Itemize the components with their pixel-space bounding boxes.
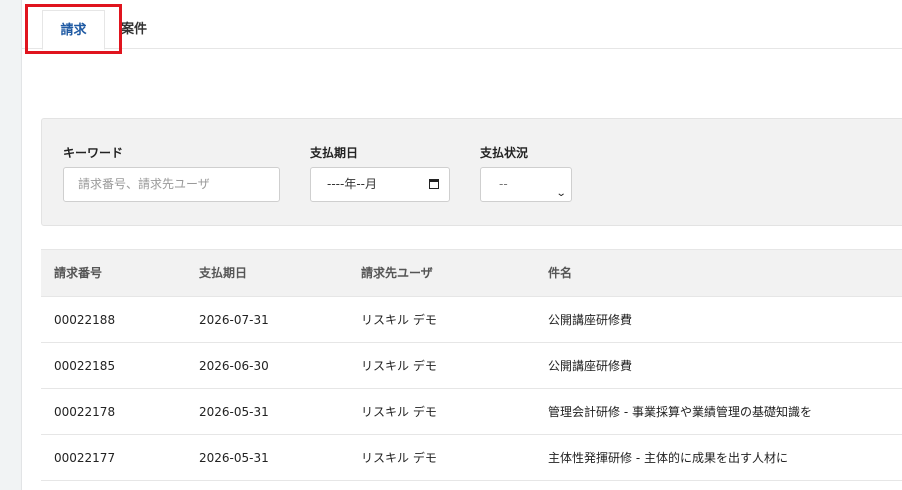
table-row[interactable]: 00022185 2026-06-30 リスキル デモ 公開講座研修費: [41, 343, 902, 389]
chevron-down-icon: ⌄: [555, 188, 567, 199]
table-row[interactable]: 00022177 2026-05-31 リスキル デモ 主体性発揮研修 - 主体…: [41, 435, 902, 481]
filter-panel: キーワード 請求番号、請求先ユーザ 支払期日 ----年--月 支払状況 -- …: [41, 118, 902, 226]
status-selected: --: [499, 177, 508, 191]
cell-due-date: 2026-05-31: [199, 451, 269, 465]
table-header: 請求番号 支払期日 請求先ユーザ 件名: [41, 249, 902, 297]
cell-number[interactable]: 00022178: [54, 389, 115, 435]
cell-subject: 管理会計研修 - 事業採算や業績管理の基礎知識を: [548, 405, 812, 419]
cell-number[interactable]: 00022177: [54, 435, 115, 481]
cell-user: リスキル デモ: [361, 313, 437, 327]
status-label: 支払状況: [480, 146, 529, 160]
cell-subject: 主体性発揮研修 - 主体的に成果を出す人材に: [548, 451, 788, 465]
cell-number[interactable]: 00022188: [54, 297, 115, 343]
cell-due-date: 2026-07-31: [199, 313, 269, 327]
due-date-input[interactable]: ----年--月: [310, 167, 450, 202]
header-subject[interactable]: 件名: [548, 250, 572, 296]
header-number[interactable]: 請求番号: [54, 250, 102, 296]
header-due-date[interactable]: 支払期日: [199, 250, 247, 296]
table-row[interactable]: 00022178 2026-05-31 リスキル デモ 管理会計研修 - 事業採…: [41, 389, 902, 435]
header-user[interactable]: 請求先ユーザ: [361, 250, 433, 296]
cell-user: リスキル デモ: [361, 451, 437, 465]
tab-projects[interactable]: 案件: [121, 10, 147, 48]
due-date-label: 支払期日: [310, 146, 359, 160]
due-date-value: ----年--月: [327, 177, 377, 191]
invoice-table: 請求番号 支払期日 請求先ユーザ 件名 00022188 2026-07-31 …: [41, 249, 902, 481]
keyword-input[interactable]: 請求番号、請求先ユーザ: [63, 167, 280, 202]
tab-bar: 請求 案件: [22, 0, 902, 50]
cell-user: リスキル デモ: [361, 405, 437, 419]
keyword-label: キーワード: [63, 146, 124, 160]
cell-due-date: 2026-06-30: [199, 359, 269, 373]
cell-subject: 公開講座研修費: [548, 313, 633, 327]
tab-invoices[interactable]: 請求: [42, 10, 105, 50]
calendar-icon[interactable]: [429, 179, 439, 189]
table-row[interactable]: 00022188 2026-07-31 リスキル デモ 公開講座研修費: [41, 297, 902, 343]
status-select[interactable]: -- ⌄: [480, 167, 572, 202]
cell-subject: 公開講座研修費: [548, 359, 633, 373]
cell-number[interactable]: 00022185: [54, 343, 115, 389]
cell-user: リスキル デモ: [361, 359, 437, 373]
left-rail: [0, 0, 22, 490]
cell-due-date: 2026-05-31: [199, 405, 269, 419]
